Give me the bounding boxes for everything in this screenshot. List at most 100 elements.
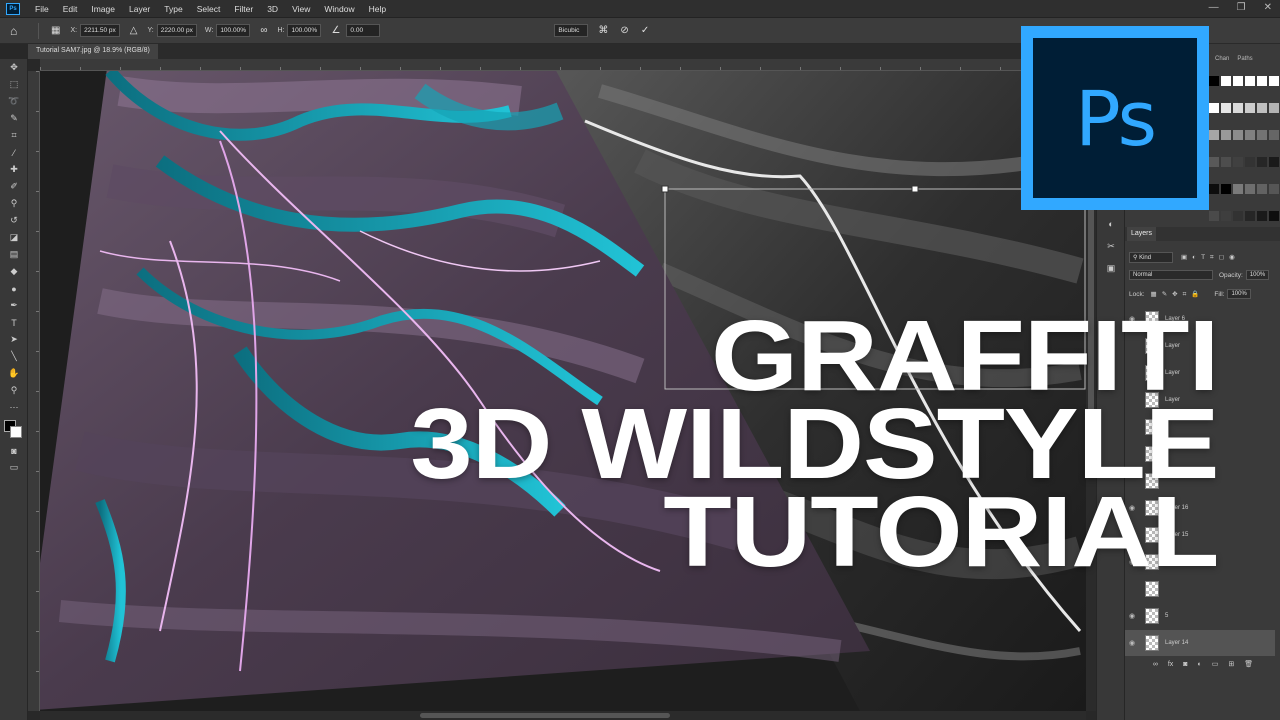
libraries-panel-icon[interactable]: ▣ bbox=[1097, 257, 1125, 279]
angle-field[interactable]: 0.00 bbox=[346, 24, 381, 37]
color-swatch[interactable] bbox=[1245, 184, 1255, 194]
cancel-transform-icon[interactable]: ⊘ bbox=[620, 25, 628, 36]
color-swatch[interactable] bbox=[1221, 157, 1231, 167]
clone-stamp-tool-icon[interactable]: ⚲ bbox=[0, 195, 28, 212]
tab-paths[interactable]: Paths bbox=[1237, 56, 1252, 68]
menu-view[interactable]: View bbox=[285, 4, 317, 14]
type-tool-icon[interactable]: T bbox=[0, 314, 28, 331]
color-swatch[interactable] bbox=[1221, 130, 1231, 140]
new-layer-icon[interactable]: ⊞ bbox=[1228, 660, 1234, 668]
healing-tool-icon[interactable]: ✚ bbox=[0, 161, 28, 178]
color-swatch[interactable] bbox=[1221, 103, 1231, 113]
crop-tool-icon[interactable]: ⌗ bbox=[0, 127, 28, 144]
visibility-eye-icon[interactable]: ◉ bbox=[1125, 639, 1139, 647]
x-field[interactable]: 2211.50 px bbox=[80, 24, 120, 37]
transform-handle[interactable] bbox=[661, 185, 669, 193]
color-swatch[interactable] bbox=[1257, 157, 1267, 167]
menu-3d[interactable]: 3D bbox=[260, 4, 285, 14]
color-swatch[interactable] bbox=[1233, 184, 1243, 194]
color-swatch[interactable] bbox=[1245, 76, 1255, 86]
tab-layers[interactable]: Layers bbox=[1127, 227, 1157, 241]
more-tools-icon[interactable]: ⋯ bbox=[0, 399, 28, 416]
color-swatch[interactable] bbox=[1233, 103, 1243, 113]
menu-help[interactable]: Help bbox=[362, 4, 393, 14]
color-swatch[interactable] bbox=[1209, 76, 1219, 86]
filter-kind-select[interactable]: ⚲ Kind bbox=[1129, 252, 1173, 263]
color-swatch[interactable] bbox=[1269, 76, 1279, 86]
adjustment-layer-icon[interactable]: ◐ bbox=[1198, 661, 1202, 668]
history-brush-tool-icon[interactable]: ↺ bbox=[0, 212, 28, 229]
color-swatch[interactable] bbox=[1269, 157, 1279, 167]
commit-transform-icon[interactable]: ✓ bbox=[641, 25, 649, 36]
menu-type[interactable]: Type bbox=[157, 4, 189, 14]
menu-select[interactable]: Select bbox=[190, 4, 228, 14]
color-swatch[interactable] bbox=[1233, 157, 1243, 167]
color-swatch[interactable] bbox=[1233, 130, 1243, 140]
filter-icons[interactable]: ▣◐T⌗◻◉ bbox=[1181, 253, 1240, 262]
color-swatch[interactable] bbox=[1221, 76, 1231, 86]
minimize-icon[interactable]: — bbox=[1209, 2, 1219, 13]
menu-window[interactable]: Window bbox=[317, 4, 361, 14]
color-swatches[interactable] bbox=[0, 416, 28, 442]
brush-tool-icon[interactable]: ✐ bbox=[0, 178, 28, 195]
quick-mask-icon[interactable]: ◙ bbox=[0, 442, 28, 459]
move-tool-icon[interactable]: ✥ bbox=[0, 59, 28, 76]
add-mask-icon[interactable]: ◙ bbox=[1183, 661, 1187, 668]
color-swatch[interactable] bbox=[1269, 130, 1279, 140]
eyedropper-tool-icon[interactable]: ⁄ bbox=[0, 144, 28, 161]
blur-tool-icon[interactable]: ◆ bbox=[0, 263, 28, 280]
lasso-tool-icon[interactable]: ➰ bbox=[0, 93, 28, 110]
y-field[interactable]: 2220.00 px bbox=[156, 24, 197, 37]
document-tab[interactable]: Tutorial SAM7.jpg @ 18.9% (RGB/8) bbox=[28, 44, 158, 59]
menu-image[interactable]: Image bbox=[84, 4, 122, 14]
delta-icon[interactable]: △ bbox=[130, 25, 138, 36]
pen-tool-icon[interactable]: ✒ bbox=[0, 297, 28, 314]
hand-tool-icon[interactable]: ✋ bbox=[0, 365, 28, 382]
lock-icons[interactable]: ▦✎✥⌗🔒 bbox=[1151, 290, 1205, 299]
background-color[interactable] bbox=[10, 426, 22, 438]
reference-point-icon[interactable]: ▦ bbox=[51, 25, 60, 36]
color-swatch[interactable] bbox=[1269, 211, 1279, 221]
delete-layer-icon[interactable]: 🗑 bbox=[1244, 660, 1253, 668]
color-swatch[interactable] bbox=[1221, 211, 1231, 221]
color-swatch[interactable] bbox=[1209, 184, 1219, 194]
color-swatch[interactable] bbox=[1257, 103, 1267, 113]
layer-row-selected[interactable]: ◉ Layer 14 bbox=[1125, 630, 1275, 656]
color-swatch[interactable] bbox=[1257, 211, 1267, 221]
link-icon[interactable]: ∞ bbox=[260, 25, 267, 36]
color-swatch[interactable] bbox=[1233, 76, 1243, 86]
color-swatch[interactable] bbox=[1245, 103, 1255, 113]
new-group-icon[interactable]: ▭ bbox=[1212, 660, 1219, 668]
marquee-tool-icon[interactable]: ⬚ bbox=[0, 76, 28, 93]
color-swatch[interactable] bbox=[1245, 157, 1255, 167]
tool-presets-icon[interactable]: ✂ bbox=[1097, 235, 1125, 257]
layer-row[interactable]: ◉ 5 bbox=[1125, 603, 1275, 629]
fill-field[interactable]: 100% bbox=[1227, 289, 1251, 299]
color-swatch[interactable] bbox=[1245, 211, 1255, 221]
color-swatch[interactable] bbox=[1257, 130, 1267, 140]
color-swatch[interactable] bbox=[1209, 130, 1219, 140]
color-swatch[interactable] bbox=[1221, 184, 1231, 194]
visibility-eye-icon[interactable]: ◉ bbox=[1125, 612, 1139, 620]
close-icon[interactable]: ✕ bbox=[1264, 2, 1272, 13]
restore-icon[interactable]: ❐ bbox=[1237, 2, 1246, 13]
color-swatch[interactable] bbox=[1269, 103, 1279, 113]
opacity-field[interactable]: 100% bbox=[1245, 270, 1270, 280]
menu-edit[interactable]: Edit bbox=[56, 4, 85, 14]
dodge-tool-icon[interactable]: ● bbox=[0, 280, 28, 297]
color-swatch[interactable] bbox=[1233, 211, 1243, 221]
color-swatch[interactable] bbox=[1209, 157, 1219, 167]
warp-icon[interactable]: ⌘ bbox=[598, 25, 608, 36]
eraser-tool-icon[interactable]: ◪ bbox=[0, 229, 28, 246]
transform-handle[interactable] bbox=[911, 185, 919, 193]
color-swatch[interactable] bbox=[1257, 184, 1267, 194]
blend-mode-select[interactable]: Normal bbox=[1129, 270, 1213, 280]
color-swatch[interactable] bbox=[1257, 76, 1267, 86]
color-swatch[interactable] bbox=[1209, 211, 1219, 221]
menu-file[interactable]: File bbox=[28, 4, 56, 14]
menu-layer[interactable]: Layer bbox=[122, 4, 157, 14]
color-swatch[interactable] bbox=[1209, 103, 1219, 113]
shape-tool-icon[interactable]: ╲ bbox=[0, 348, 28, 365]
screen-mode-icon[interactable]: ▭ bbox=[0, 459, 28, 476]
menu-filter[interactable]: Filter bbox=[227, 4, 260, 14]
